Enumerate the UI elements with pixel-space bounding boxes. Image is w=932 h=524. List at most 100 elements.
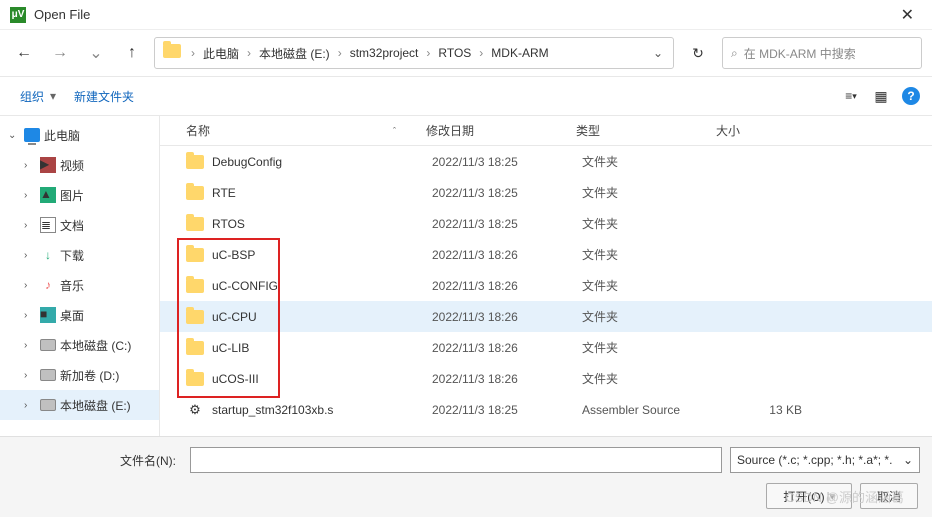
col-date[interactable]: 修改日期 [426,122,576,139]
file-date: 2022/11/3 18:25 [432,217,582,231]
help-icon[interactable]: ? [902,87,920,105]
col-size[interactable]: 大小 [716,122,796,139]
file-type: 文件夹 [582,184,722,201]
chevron-right-icon: › [336,46,344,60]
file-date: 2022/11/3 18:26 [432,341,582,355]
file-size: 13 KB [722,403,802,417]
filename-input[interactable] [190,447,722,473]
tree-label: 下载 [60,247,84,264]
search-input[interactable]: ⌕ 在 MDK-ARM 中搜索 [722,37,922,69]
footer: 文件名(N): Source (*.c; *.cpp; *.h; *.a*; *… [0,436,932,517]
file-type: 文件夹 [582,277,722,294]
search-placeholder: 在 MDK-ARM 中搜索 [744,45,856,62]
sidebar: ⌄此电脑›▶视频›▲图片›≣文档›↓下载›♪音乐›■桌面›本地磁盘 (C:)›新… [0,116,160,436]
file-type: 文件夹 [582,339,722,356]
file-row[interactable]: uC-CPU2022/11/3 18:26文件夹 [160,301,932,332]
file-pane: 名称ˆ 修改日期 类型 大小 DebugConfig2022/11/3 18:2… [160,116,932,436]
file-list: DebugConfig2022/11/3 18:25文件夹RTE2022/11/… [160,146,932,425]
tree-label: 视频 [60,157,84,174]
file-row[interactable]: uC-CONFIG2022/11/3 18:26文件夹 [160,270,932,301]
file-row[interactable]: uC-BSP2022/11/3 18:26文件夹 [160,239,932,270]
folder-icon [186,184,204,202]
path-expand-button[interactable]: ⌄ [647,46,669,60]
organize-button[interactable]: 组织 ▾ [12,84,66,109]
chevron-icon: › [24,250,36,261]
tree-item-1[interactable]: ›▶视频 [0,150,159,180]
file-date: 2022/11/3 18:25 [432,186,582,200]
tree-item-0[interactable]: ⌄此电脑 [0,120,159,150]
tree-item-2[interactable]: ›▲图片 [0,180,159,210]
file-date: 2022/11/3 18:25 [432,403,582,417]
refresh-button[interactable]: ↻ [682,37,714,69]
file-row[interactable]: DebugConfig2022/11/3 18:25文件夹 [160,146,932,177]
chevron-right-icon: › [189,46,197,60]
chevron-icon: › [24,340,36,351]
crumb-2[interactable]: stm32project [346,46,423,60]
file-type: 文件夹 [582,370,722,387]
toolbar: 组织 ▾ 新建文件夹 ≡▾ ▦ ? [0,76,932,116]
tree-label: 桌面 [60,307,84,324]
tree-label: 新加卷 (D:) [60,367,119,384]
file-header[interactable]: 名称ˆ 修改日期 类型 大小 [160,116,932,146]
back-button[interactable]: ← [10,39,38,67]
tree-item-6[interactable]: › ■桌面 [0,300,159,330]
chevron-icon: › [24,400,36,411]
address-bar[interactable]: › 此电脑 › 本地磁盘 (E:) › stm32project › RTOS … [154,37,674,69]
dropdown-history[interactable]: ⌄ [82,39,110,67]
tree-item-5[interactable]: ›♪音乐 [0,270,159,300]
forward-button[interactable]: → [46,39,74,67]
file-name: RTE [212,186,432,200]
view-tile-icon[interactable]: ▦ [872,87,890,105]
tree-icon: ↓ [40,247,56,263]
file-row[interactable]: RTE2022/11/3 18:25文件夹 [160,177,932,208]
crumb-4[interactable]: MDK-ARM [487,46,552,60]
open-button[interactable]: 打开(O)|▾ [766,483,852,509]
view-list-icon[interactable]: ≡▾ [842,87,860,105]
tree-icon [24,127,40,143]
col-type[interactable]: 类型 [576,122,716,139]
tree-item-4[interactable]: › ↓下载 [0,240,159,270]
new-folder-button[interactable]: 新建文件夹 [66,84,142,109]
file-row[interactable]: ⚙startup_stm32f103xb.s2022/11/3 18:25Ass… [160,394,932,425]
file-row[interactable]: uCOS-III2022/11/3 18:26文件夹 [160,363,932,394]
tree-label: 音乐 [60,277,84,294]
tree-icon [40,337,56,353]
app-icon: μV [10,7,26,23]
file-row[interactable]: RTOS2022/11/3 18:25文件夹 [160,208,932,239]
tree-item-7[interactable]: ›本地磁盘 (C:) [0,330,159,360]
tree-icon [40,367,56,383]
chevron-icon: › [24,310,36,321]
tree-item-8[interactable]: › 新加卷 (D:) [0,360,159,390]
cancel-button[interactable]: 取消 [860,483,918,509]
file-type: 文件夹 [582,215,722,232]
crumb-1[interactable]: 本地磁盘 (E:) [255,45,334,62]
tree-label: 文档 [60,217,84,234]
chevron-right-icon: › [424,46,432,60]
sort-indicator-icon: ˆ [393,126,426,136]
title-bar: μV Open File ✕ [0,0,932,30]
folder-icon [186,277,204,295]
file-name: uC-LIB [212,341,432,355]
folder-icon [186,370,204,388]
col-name[interactable]: 名称ˆ [186,122,426,139]
tree-icon: ■ [40,307,56,323]
file-name: DebugConfig [212,155,432,169]
file-name: uC-BSP [212,248,432,262]
close-button[interactable]: ✕ [893,5,922,25]
tree-item-9[interactable]: › 本地磁盘 (E:) [0,390,159,420]
tree-label: 本地磁盘 (E:) [60,397,131,414]
crumb-3[interactable]: RTOS [434,46,475,60]
filename-label: 文件名(N): [12,452,182,469]
file-row[interactable]: uC-LIB2022/11/3 18:26文件夹 [160,332,932,363]
crumb-0[interactable]: 此电脑 [199,45,243,62]
file-date: 2022/11/3 18:26 [432,372,582,386]
filetype-select[interactable]: Source (*.c; *.cpp; *.h; *.a*; *. ⌄ [730,447,920,473]
folder-icon [163,44,183,62]
up-button[interactable]: ↑ [118,39,146,67]
chevron-icon: › [24,280,36,291]
chevron-icon: › [24,370,36,381]
chevron-down-icon: ▾ [50,89,56,103]
tree-item-3[interactable]: ›≣文档 [0,210,159,240]
file-name: uC-CONFIG [212,279,432,293]
file-date: 2022/11/3 18:26 [432,310,582,324]
